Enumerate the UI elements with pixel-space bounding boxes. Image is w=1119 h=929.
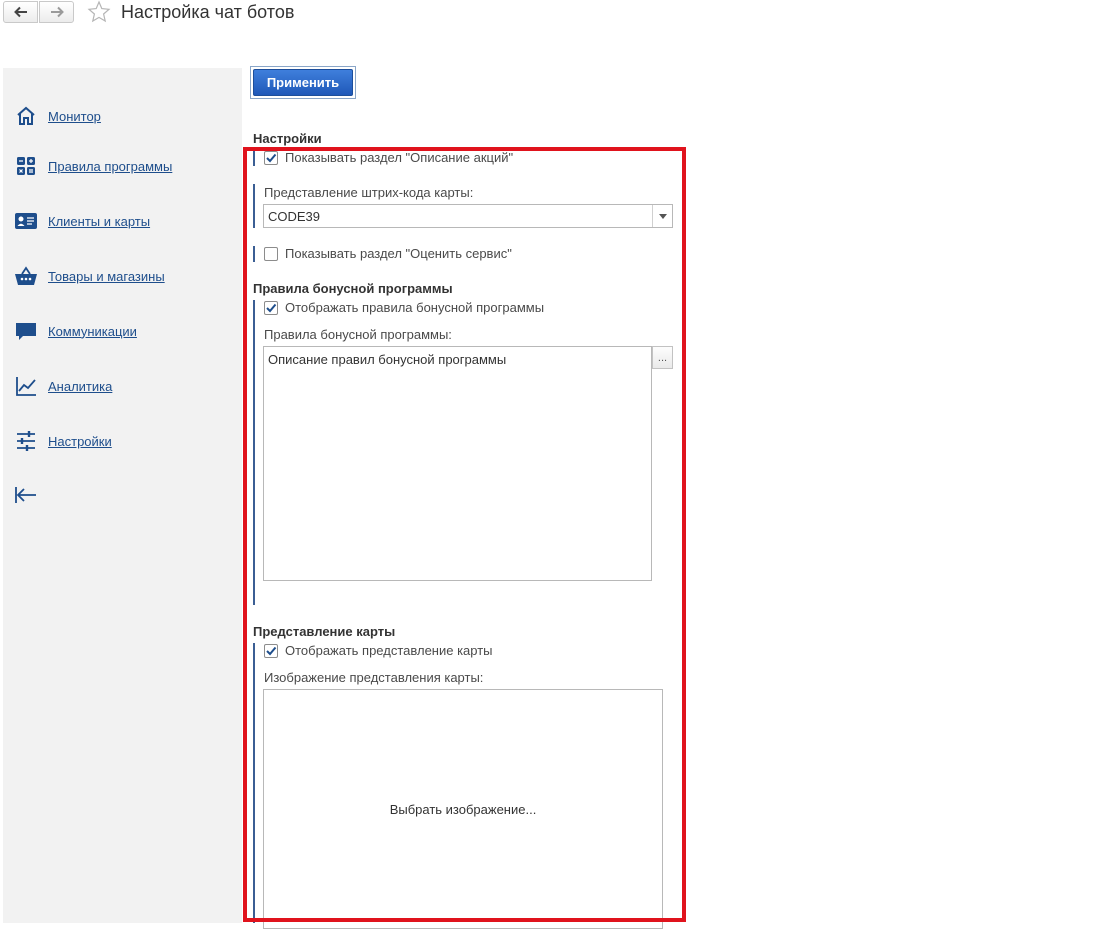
checkbox-label: Отображать представление карты [285, 643, 493, 658]
show-promotions-checkbox[interactable]: Показывать раздел "Описание акций" [264, 150, 513, 165]
checkbox-box[interactable] [264, 300, 278, 315]
collapse-left-icon [15, 487, 36, 503]
star-icon [87, 0, 111, 23]
checkbox-label: Показывать раздел "Описание акций" [285, 150, 514, 165]
sidebar-item-settings[interactable]: Настройки [13, 428, 112, 454]
sidebar-item-label: Монитор [48, 108, 101, 124]
bonus-rules-label: Правила бонусной программы: [264, 327, 452, 342]
choose-image-link[interactable]: Выбрать изображение... [390, 802, 537, 817]
chat-icon [13, 318, 39, 344]
card-image-label: Изображение представления карты: [264, 670, 484, 685]
group-indicator [253, 184, 255, 228]
id-card-icon [13, 208, 39, 234]
checkbox-label: Показывать раздел "Оценить сервис" [285, 246, 512, 261]
checkbox-box[interactable] [264, 643, 278, 658]
show-bonus-rules-checkbox[interactable]: Отображать правила бонусной программы [264, 300, 544, 315]
barcode-label: Представление штрих-кода карты: [264, 185, 474, 200]
checkbox-box[interactable] [264, 246, 278, 261]
sidebar-item-communications[interactable]: Коммуникации [13, 318, 137, 344]
basket-icon [13, 263, 39, 289]
forward-button[interactable] [39, 1, 74, 23]
card-image-picker[interactable]: Выбрать изображение... [263, 689, 663, 929]
sidebar-item-label: Настройки [48, 433, 112, 449]
sidebar-item-analytics[interactable]: Аналитика [13, 373, 112, 399]
barcode-select[interactable]: CODE39 [263, 204, 673, 228]
calculator-icon [13, 153, 39, 179]
group-indicator [253, 150, 255, 166]
arrow-left-icon [13, 6, 27, 18]
sidebar-item-monitor[interactable]: Монитор [13, 103, 101, 129]
sidebar-item-label: Коммуникации [48, 323, 137, 339]
open-editor-button[interactable]: ... [652, 346, 673, 369]
sliders-icon [13, 428, 39, 454]
checkmark-icon [266, 303, 277, 312]
group-indicator [253, 300, 255, 605]
sidebar: Монитор Правила программы Клиенты и карт… [3, 68, 242, 923]
sidebar-item-program-rules[interactable]: Правила программы [13, 153, 172, 179]
chevron-down-icon [658, 213, 667, 219]
apply-button-frame: Применить [250, 66, 356, 99]
checkbox-box[interactable] [264, 150, 278, 165]
sidebar-item-label: Правила программы [48, 158, 173, 174]
page-title: Настройка чат ботов [121, 2, 295, 22]
sidebar-item-clients[interactable]: Клиенты и карты [13, 208, 150, 234]
apply-button[interactable]: Применить [253, 69, 353, 96]
checkmark-icon [266, 153, 277, 162]
bonus-rules-textarea[interactable]: Описание правил бонусной программы [263, 346, 652, 581]
dropdown-button[interactable] [652, 205, 672, 227]
checkmark-icon [266, 646, 277, 655]
checkbox-label: Отображать правила бонусной программы [285, 300, 545, 315]
line-chart-icon [13, 373, 39, 399]
sidebar-item-goods[interactable]: Товары и магазины [13, 263, 165, 289]
group-indicator [253, 246, 255, 262]
sidebar-item-label: Аналитика [48, 378, 113, 394]
bonus-group-title: Правила бонусной программы [253, 281, 453, 296]
settings-group-title: Настройки [253, 131, 322, 146]
show-card-checkbox[interactable]: Отображать представление карты [264, 643, 493, 658]
arrow-right-icon [50, 6, 64, 18]
back-button[interactable] [3, 1, 38, 23]
sidebar-item-label: Клиенты и карты [48, 213, 151, 229]
show-rating-checkbox[interactable]: Показывать раздел "Оценить сервис" [264, 246, 512, 261]
home-icon [13, 103, 39, 129]
sidebar-item-label: Товары и магазины [48, 268, 165, 284]
favorite-button[interactable] [87, 0, 111, 27]
collapse-sidebar-button[interactable] [14, 484, 38, 509]
barcode-value: CODE39 [268, 208, 321, 224]
card-group-title: Представление карты [253, 624, 396, 639]
group-indicator [253, 643, 255, 923]
